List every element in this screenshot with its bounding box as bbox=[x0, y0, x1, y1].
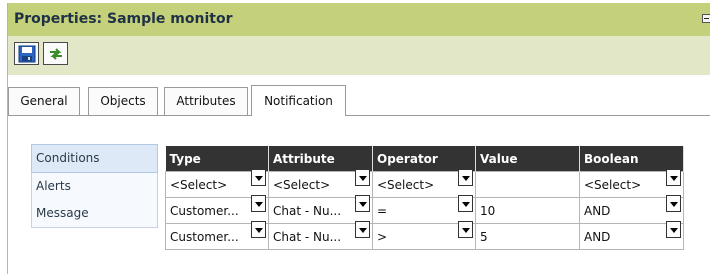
attribute-select-value: <Select> bbox=[273, 177, 331, 192]
tab-general[interactable]: General bbox=[8, 87, 80, 115]
value-input-text: 5 bbox=[480, 229, 488, 244]
boolean-select[interactable]: AND bbox=[579, 220, 684, 250]
tab-attributes[interactable]: Attributes bbox=[164, 87, 248, 115]
value-input[interactable]: 5 bbox=[475, 223, 580, 250]
save-button[interactable] bbox=[14, 42, 39, 65]
boolean-select-value: AND bbox=[584, 203, 611, 218]
value-input[interactable] bbox=[475, 171, 580, 198]
minimize-icon[interactable] bbox=[702, 14, 710, 23]
dropdown-arrow-icon[interactable] bbox=[666, 168, 681, 186]
operator-select-value: = bbox=[377, 203, 388, 218]
dropdown-arrow-icon[interactable] bbox=[355, 168, 370, 186]
tab-strip: General Objects Attributes Notification bbox=[8, 75, 710, 116]
value-input-text: 10 bbox=[480, 203, 496, 218]
dropdown-arrow-icon[interactable] bbox=[251, 220, 266, 238]
boolean-select-value: <Select> bbox=[584, 177, 642, 192]
notification-content: Conditions Alerts Message Type Attribute… bbox=[8, 116, 710, 274]
type-select[interactable]: Customer... bbox=[165, 220, 269, 250]
type-select-value: Customer... bbox=[170, 203, 239, 218]
panel-title: Properties: Sample monitor bbox=[14, 11, 233, 27]
operator-select[interactable]: > bbox=[372, 220, 476, 250]
value-input[interactable]: 10 bbox=[475, 197, 580, 224]
side-item-conditions[interactable]: Conditions bbox=[31, 144, 158, 173]
type-select-value: <Select> bbox=[170, 177, 228, 192]
table-row: <Select> <Select> <Select> <Select> bbox=[165, 168, 684, 198]
table-row: Customer... Chat - Nu... = 10 AND bbox=[165, 194, 684, 224]
dropdown-arrow-icon[interactable] bbox=[458, 194, 473, 212]
boolean-select-value: AND bbox=[584, 229, 611, 244]
toolbar bbox=[8, 36, 710, 75]
dropdown-arrow-icon[interactable] bbox=[458, 220, 473, 238]
dropdown-arrow-icon[interactable] bbox=[666, 220, 681, 238]
dropdown-arrow-icon[interactable] bbox=[458, 168, 473, 186]
attribute-select-value: Chat - Nu... bbox=[273, 203, 342, 218]
type-select-value: Customer... bbox=[170, 229, 239, 244]
attribute-select-value: Chat - Nu... bbox=[273, 229, 342, 244]
attribute-select[interactable]: Chat - Nu... bbox=[268, 220, 373, 250]
side-item-message[interactable]: Message bbox=[32, 200, 157, 227]
table-row: Customer... Chat - Nu... > 5 AND bbox=[165, 220, 684, 250]
conditions-table: Type Attribute Operator Value Boolean <S… bbox=[165, 146, 684, 250]
col-header-value[interactable]: Value bbox=[475, 146, 580, 172]
side-menu: Conditions Alerts Message bbox=[31, 144, 158, 228]
floppy-disk-icon bbox=[18, 45, 36, 63]
side-item-alerts[interactable]: Alerts bbox=[32, 173, 157, 200]
dropdown-arrow-icon[interactable] bbox=[666, 194, 681, 212]
operator-select-value: <Select> bbox=[377, 177, 435, 192]
title-bar: Properties: Sample monitor bbox=[8, 3, 710, 36]
tab-objects[interactable]: Objects bbox=[88, 87, 158, 115]
dropdown-arrow-icon[interactable] bbox=[355, 220, 370, 238]
refresh-button[interactable] bbox=[43, 42, 68, 65]
tab-notification[interactable]: Notification bbox=[251, 85, 346, 116]
operator-select-value: > bbox=[377, 229, 388, 244]
dropdown-arrow-icon[interactable] bbox=[251, 194, 266, 212]
dropdown-arrow-icon[interactable] bbox=[251, 168, 266, 186]
table-header-row: Type Attribute Operator Value Boolean bbox=[165, 146, 684, 172]
refresh-arrows-icon bbox=[50, 48, 62, 60]
dropdown-arrow-icon[interactable] bbox=[355, 194, 370, 212]
properties-panel: Properties: Sample monitor General Objec… bbox=[7, 3, 710, 274]
